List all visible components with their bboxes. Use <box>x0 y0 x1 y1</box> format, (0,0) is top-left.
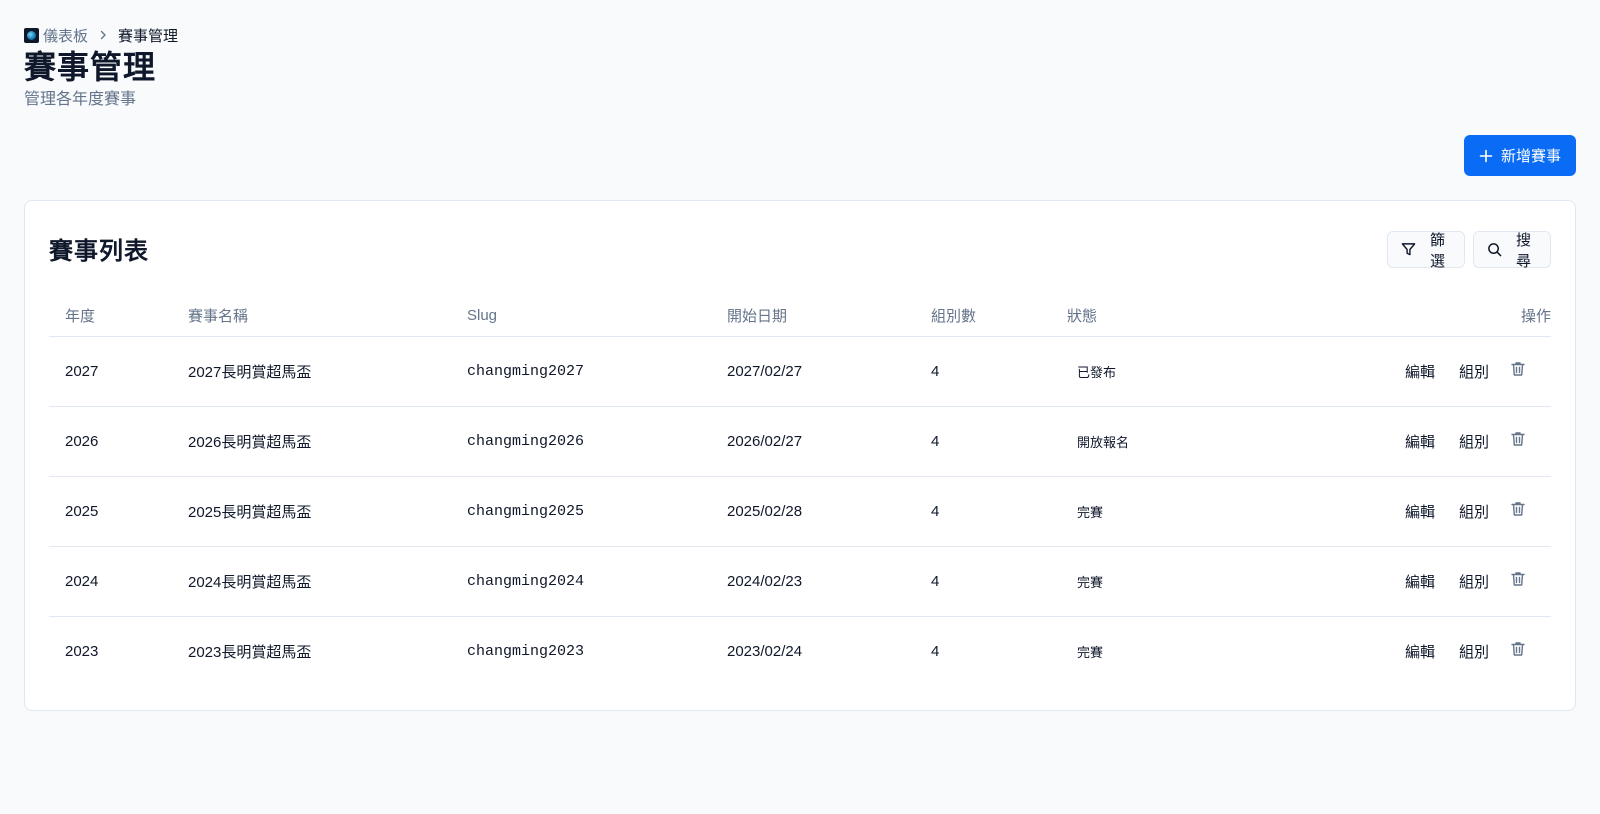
cell-slug: changming2026 <box>451 406 711 477</box>
page-subtitle: 管理各年度賽事 <box>24 91 137 108</box>
search-icon <box>1487 242 1502 257</box>
header-start-date: 開始日期 <box>711 295 915 337</box>
search-label: 搜尋 <box>1515 231 1531 270</box>
edit-button[interactable]: 編輯 <box>1393 641 1447 662</box>
card-title: 賽事列表 <box>49 238 149 265</box>
cell-name: 2023長明賞超馬盃 <box>188 643 312 661</box>
groups-button[interactable]: 組別 <box>1447 641 1501 662</box>
cell-name: 2026長明賞超馬盃 <box>172 406 451 477</box>
trash-icon[interactable] <box>1509 640 1527 658</box>
edit-button[interactable]: 編輯 <box>1393 501 1447 522</box>
chevron-right-icon <box>98 30 108 40</box>
filter-label: 篩選 <box>1429 231 1445 270</box>
status-badge: 完賽 <box>1077 644 1104 660</box>
table-row: 2027 2027長明賞超馬盃 changming2027 2027/02/27 4 已發… <box>49 336 1551 407</box>
cell-group-count: 4 <box>915 476 1051 547</box>
groups-button[interactable]: 組別 <box>1447 431 1501 452</box>
cell-actions: 編輯 組別 <box>1351 546 1551 617</box>
cell-name: 2024長明賞超馬盃 <box>172 546 451 617</box>
groups-button[interactable]: 組別 <box>1447 361 1501 382</box>
search-button[interactable]: 搜尋 <box>1473 231 1551 270</box>
cell-status: 完賽 <box>1051 616 1351 686</box>
app-logo-icon <box>24 27 39 43</box>
cell-year: 2026 <box>49 406 172 477</box>
events-table: 年度 賽事名稱 Slug 開始日期 組別數 狀態 操作 2027 2027長明賞超… <box>49 295 1551 686</box>
cell-status: 開放報名 <box>1051 406 1351 477</box>
cell-start-date: 2026/02/27 <box>711 406 915 477</box>
add-event-button[interactable]: 新增賽事 <box>1464 135 1576 176</box>
table-row: 2026 2026長明賞超馬盃 changming2026 2026/02/27 4 開放… <box>49 406 1551 477</box>
edit-button[interactable]: 編輯 <box>1393 571 1447 592</box>
filter-icon <box>1401 242 1416 257</box>
table-row: 2023 2023長明賞超馬盃 changming2023 2023/02/24 4 完賽… <box>49 616 1551 686</box>
cell-slug: changming2023 <box>467 642 585 660</box>
header-slug: Slug <box>451 295 711 337</box>
cell-year: 2027 <box>49 336 172 407</box>
cell-actions: 編輯 組別 <box>1351 476 1551 547</box>
cell-actions: 編輯 組別 <box>1351 616 1551 686</box>
trash-icon[interactable] <box>1509 570 1527 588</box>
table-row: 2024 2024長明賞超馬盃 changming2024 2024/02/23 4 完賽… <box>49 546 1551 617</box>
header-actions: 操作 <box>1351 295 1551 337</box>
cell-year: 2023 <box>65 642 99 660</box>
status-badge: 開放報名 <box>1077 434 1130 450</box>
cell-slug: changming2025 <box>451 476 711 547</box>
cell-slug: changming2027 <box>451 336 711 407</box>
cell-year: 2024 <box>49 546 172 617</box>
trash-icon[interactable] <box>1509 360 1527 378</box>
breadcrumb-dashboard-link[interactable]: 儀表板 <box>43 25 88 46</box>
cell-group-count: 4 <box>915 406 1051 477</box>
status-badge: 已發布 <box>1077 364 1117 380</box>
groups-button[interactable]: 組別 <box>1447 501 1501 522</box>
groups-button[interactable]: 組別 <box>1447 571 1501 592</box>
plus-icon <box>1479 149 1493 163</box>
cell-actions: 編輯 組別 <box>1351 336 1551 407</box>
cell-status: 完賽 <box>1051 546 1351 617</box>
cell-start-date: 2023/02/24 <box>727 642 803 660</box>
breadcrumb: 儀表板 賽事管理 <box>24 25 179 46</box>
breadcrumb-current: 賽事管理 <box>118 27 179 45</box>
cell-year: 2025 <box>49 476 172 547</box>
table-row: 2025 2025長明賞超馬盃 changming2025 2025/02/28 4 完賽… <box>49 476 1551 547</box>
cell-status: 已發布 <box>1051 336 1351 407</box>
trash-icon[interactable] <box>1509 430 1527 448</box>
status-badge: 完賽 <box>1077 504 1104 520</box>
filter-button[interactable]: 篩選 <box>1387 231 1465 270</box>
cell-group-count: 4 <box>931 642 940 660</box>
page-title: 賽事管理 <box>24 49 157 85</box>
edit-button[interactable]: 編輯 <box>1393 431 1447 452</box>
cell-start-date: 2027/02/27 <box>711 336 915 407</box>
header-year: 年度 <box>49 295 172 337</box>
cell-group-count: 4 <box>915 546 1051 617</box>
table-header-row: 年度 賽事名稱 Slug 開始日期 組別數 狀態 操作 <box>49 295 1551 337</box>
cell-actions: 編輯 組別 <box>1351 406 1551 477</box>
event-list-card: 賽事列表 篩選 搜尋 年度 賽事名稱 Slug 開始日期 組別數 狀態 操作 2… <box>24 200 1576 711</box>
cell-name: 2025長明賞超馬盃 <box>172 476 451 547</box>
cell-status: 完賽 <box>1051 476 1351 547</box>
trash-icon[interactable] <box>1509 500 1527 518</box>
cell-start-date: 2025/02/28 <box>711 476 915 547</box>
header-name: 賽事名稱 <box>172 295 451 337</box>
add-event-label: 新增賽事 <box>1500 148 1561 165</box>
header-group-count: 組別數 <box>915 295 1051 337</box>
page: 儀表板 賽事管理 賽事管理 管理各年度賽事 新增賽事 賽事列表 篩選 搜尋 年度… <box>0 0 1600 814</box>
cell-group-count: 4 <box>915 336 1051 407</box>
edit-button[interactable]: 編輯 <box>1393 361 1447 382</box>
cell-slug: changming2024 <box>451 546 711 617</box>
cell-start-date: 2024/02/23 <box>711 546 915 617</box>
header-status: 狀態 <box>1051 295 1351 337</box>
status-badge: 完賽 <box>1077 574 1104 590</box>
cell-name: 2027長明賞超馬盃 <box>172 336 451 407</box>
